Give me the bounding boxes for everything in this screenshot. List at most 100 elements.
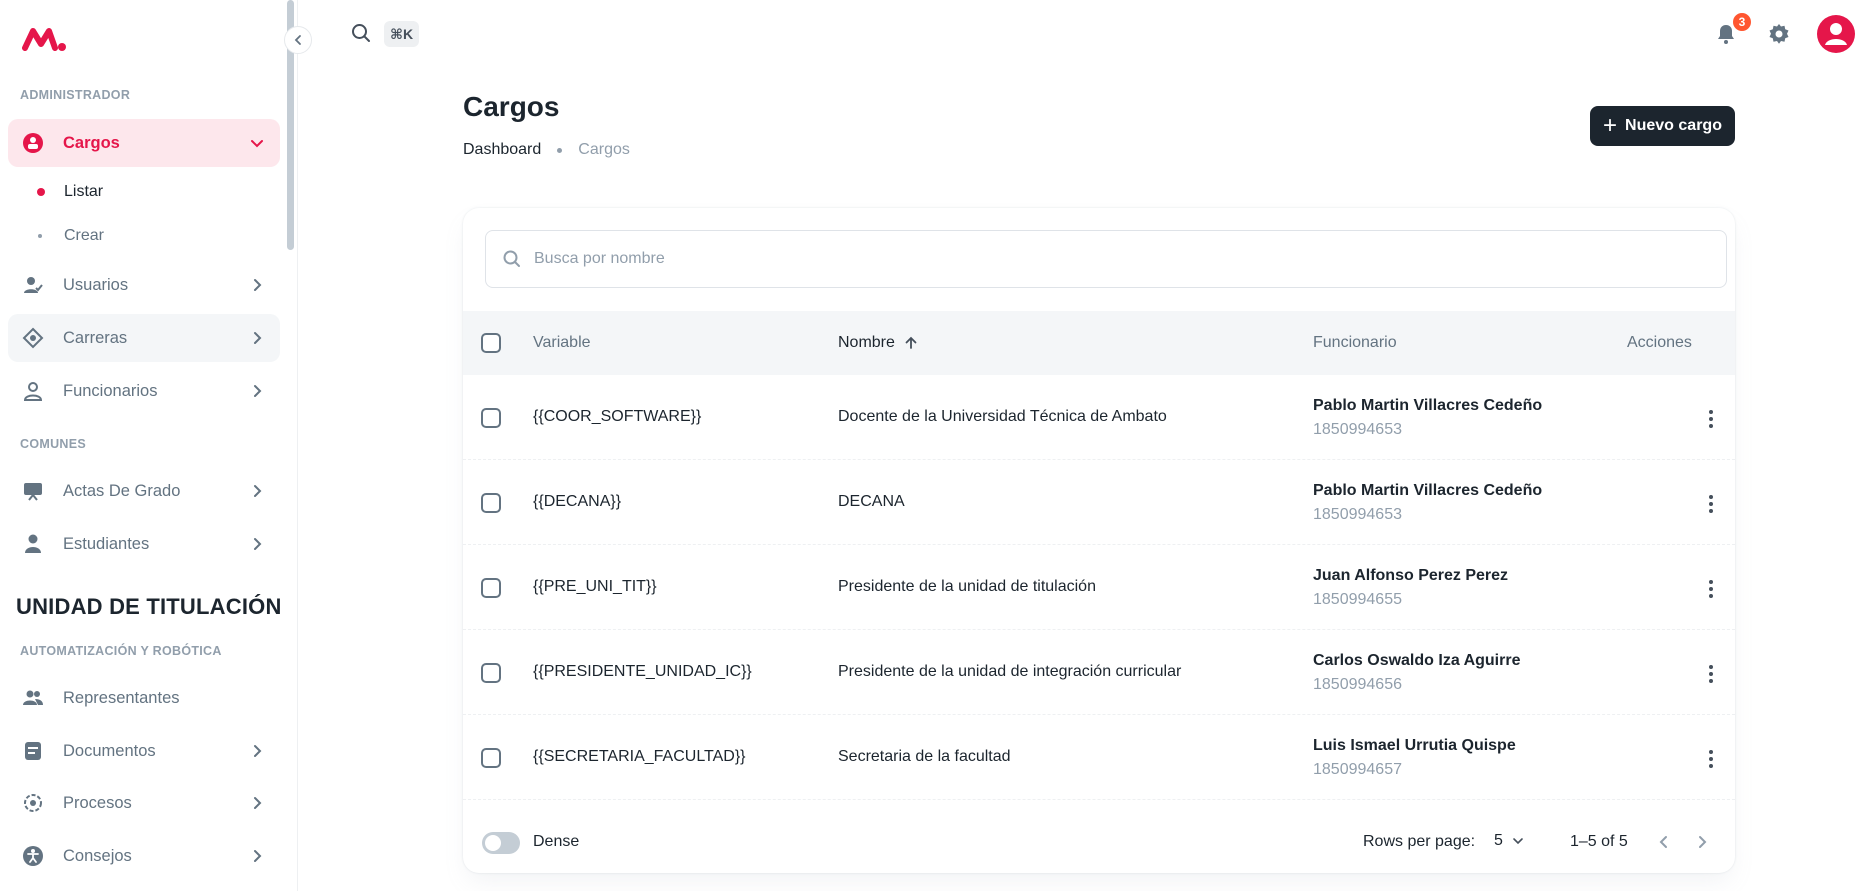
sidebar-item-estudiantes[interactable]: Estudiantes <box>8 520 280 568</box>
cell-nombre: DECANA <box>838 493 905 510</box>
sidebar-item-documentos[interactable]: Documentos <box>8 727 280 775</box>
row-checkbox[interactable] <box>481 578 501 598</box>
funcionario-id: 1850994653 <box>1313 506 1402 523</box>
sidebar-item-label: Consejos <box>63 846 132 865</box>
sidebar-item-procesos[interactable]: Procesos <box>8 779 280 827</box>
row-actions-button[interactable] <box>1696 659 1726 689</box>
cell-funcionario: Juan Alfonso Perez Perez 1850994655 <box>1313 567 1508 609</box>
user-avatar[interactable] <box>1817 15 1855 53</box>
notification-badge: 3 <box>1731 11 1753 33</box>
sidebar-item-consejos[interactable]: Consejos <box>8 832 280 880</box>
app-logo[interactable] <box>22 24 72 54</box>
rows-per-page-select[interactable]: 5 <box>1494 832 1525 850</box>
row-actions-button[interactable] <box>1696 744 1726 774</box>
section-label-administrador: ADMINISTRADOR <box>20 88 131 102</box>
table-row[interactable]: {{SECRETARIA_FACULTAD}} Secretaria de la… <box>463 715 1735 800</box>
chevron-right-icon <box>254 485 262 497</box>
previous-page-button[interactable] <box>1654 832 1674 852</box>
breadcrumb: Dashboard Cargos <box>463 141 630 159</box>
user-check-icon <box>22 274 44 296</box>
table-footer: Dense Rows per page: 5 1–5 of 5 <box>463 808 1735 873</box>
funcionario-name: Juan Alfonso Perez Perez <box>1313 567 1509 584</box>
column-header-nombre-label: Nombre <box>838 334 895 351</box>
sidebar-item-funcionarios[interactable]: Funcionarios <box>8 367 280 415</box>
funcionario-id: 1850994657 <box>1313 761 1402 778</box>
cell-funcionario: Pablo Martin Villacres Cedeño 1850994653 <box>1313 397 1542 439</box>
sidebar-item-actas[interactable]: Actas De Grado <box>8 467 280 515</box>
table-row[interactable]: {{COOR_SOFTWARE}} Docente de la Universi… <box>463 375 1735 460</box>
sidebar-item-label: Representantes <box>63 688 180 707</box>
column-header-funcionario[interactable]: Funcionario <box>1313 334 1397 352</box>
chevron-down-icon <box>251 140 263 148</box>
section-label-comunes: COMUNES <box>20 437 86 451</box>
row-checkbox[interactable] <box>481 663 501 683</box>
active-dot-icon <box>37 188 45 196</box>
table-row[interactable]: {{DECANA}} DECANA Pablo Martin Villacres… <box>463 460 1735 545</box>
row-checkbox[interactable] <box>481 748 501 768</box>
search-placeholder: Busca por nombre <box>534 250 665 267</box>
pagination-range: 1–5 of 5 <box>1570 833 1628 850</box>
cell-funcionario: Luis Ismael Urrutia Quispe 1850994657 <box>1313 737 1516 779</box>
sidebar-item-label: Procesos <box>63 793 132 812</box>
sidebar-item-cargos[interactable]: Cargos <box>8 119 280 167</box>
row-checkbox[interactable] <box>481 408 501 428</box>
cell-variable: {{SECRETARIA_FACULTAD}} <box>533 748 746 765</box>
row-actions-button[interactable] <box>1696 489 1726 519</box>
cell-variable: {{COOR_SOFTWARE}} <box>533 408 702 425</box>
more-vertical-icon <box>1709 750 1713 768</box>
chevron-right-icon <box>254 850 262 862</box>
search-input[interactable]: Busca por nombre <box>485 230 1727 288</box>
dense-label: Dense <box>533 833 580 850</box>
plus-icon: + <box>1603 112 1618 139</box>
breadcrumb-separator <box>557 147 563 153</box>
cargos-card: Busca por nombre Variable Nombre Funcion… <box>463 208 1735 873</box>
chevron-right-icon <box>254 279 262 291</box>
table-row[interactable]: {{PRE_UNI_TIT}} Presidente de la unidad … <box>463 545 1735 630</box>
accessibility-icon <box>22 845 44 867</box>
toggle-knob <box>485 835 501 851</box>
more-vertical-icon <box>1709 580 1713 598</box>
sidebar: ADMINISTRADOR Cargos Listar Crear Usuari… <box>0 0 298 891</box>
sidebar-item-label: Documentos <box>63 741 156 760</box>
sidebar-subitem-crear[interactable]: Crear <box>8 216 280 256</box>
more-vertical-icon <box>1709 410 1713 428</box>
arrow-up-icon <box>905 336 917 349</box>
sidebar-item-representantes[interactable]: Representantes <box>8 674 280 722</box>
chevron-right-icon <box>254 745 262 757</box>
cell-nombre: Presidente de la unidad de integración c… <box>838 663 1182 680</box>
sidebar-subitem-listar[interactable]: Listar <box>8 172 280 212</box>
cell-variable: {{PRESIDENTE_UNIDAD_IC}} <box>533 663 752 680</box>
settings-button[interactable] <box>1765 20 1793 48</box>
account-icon <box>1825 23 1847 45</box>
row-actions-button[interactable] <box>1696 404 1726 434</box>
new-cargo-button[interactable]: + Nuevo cargo <box>1590 106 1735 146</box>
dot-icon <box>38 234 42 238</box>
sidebar-group-title: UNIDAD DE TITULACIÓN <box>16 594 282 619</box>
funcionario-id: 1850994655 <box>1313 591 1402 608</box>
sidebar-collapse-button[interactable] <box>284 26 312 54</box>
sidebar-item-carreras[interactable]: Carreras <box>8 314 280 362</box>
chevron-left-icon <box>1659 836 1667 848</box>
next-page-button[interactable] <box>1692 832 1712 852</box>
table-row[interactable]: {{PRESIDENTE_UNIDAD_IC}} Presidente de l… <box>463 630 1735 715</box>
search-button[interactable] <box>350 22 372 44</box>
cell-variable: {{DECANA}} <box>533 493 622 510</box>
column-header-variable[interactable]: Variable <box>533 334 591 352</box>
column-header-nombre[interactable]: Nombre <box>838 334 919 352</box>
row-checkbox[interactable] <box>481 493 501 513</box>
row-actions-button[interactable] <box>1696 574 1726 604</box>
cell-nombre: Docente de la Universidad Técnica de Amb… <box>838 408 1167 425</box>
chevron-right-icon <box>254 332 262 344</box>
section-label-automatizacion: AUTOMATIZACIÓN Y ROBÓTICA <box>20 644 222 658</box>
dense-toggle[interactable] <box>482 832 520 854</box>
breadcrumb-dashboard[interactable]: Dashboard <box>463 141 541 159</box>
sidebar-item-usuarios[interactable]: Usuarios <box>8 261 280 309</box>
select-all-checkbox[interactable] <box>481 333 501 353</box>
sidebar-item-label: Cargos <box>63 133 120 152</box>
more-vertical-icon <box>1709 665 1713 683</box>
more-vertical-icon <box>1709 495 1713 513</box>
document-icon <box>22 740 44 762</box>
cell-funcionario: Pablo Martin Villacres Cedeño 1850994653 <box>1313 482 1542 524</box>
search-shortcut-hint: ⌘K <box>384 21 420 47</box>
page-title: Cargos <box>463 91 560 122</box>
